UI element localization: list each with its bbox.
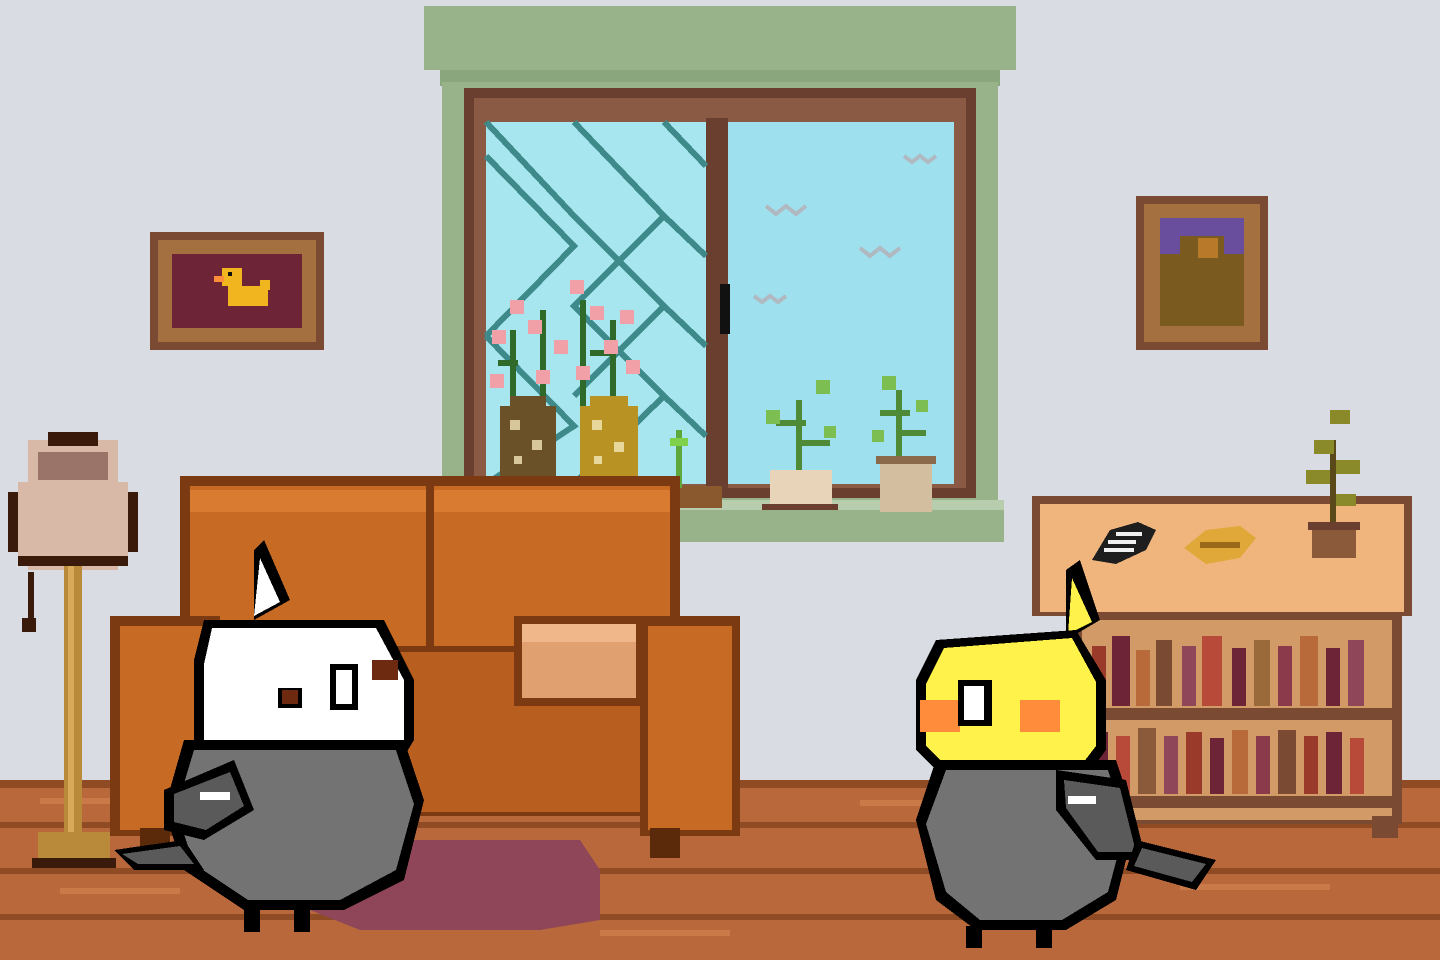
white-cockatiel[interactable] [104, 540, 444, 940]
game-scene [0, 0, 1440, 960]
left-picture-frame [150, 232, 324, 350]
potted-plant [1306, 410, 1360, 558]
right-picture-frame [1136, 196, 1268, 350]
flower-vases [490, 280, 722, 508]
yellow-cockatiel[interactable] [896, 560, 1226, 950]
sill-plants [762, 376, 936, 512]
